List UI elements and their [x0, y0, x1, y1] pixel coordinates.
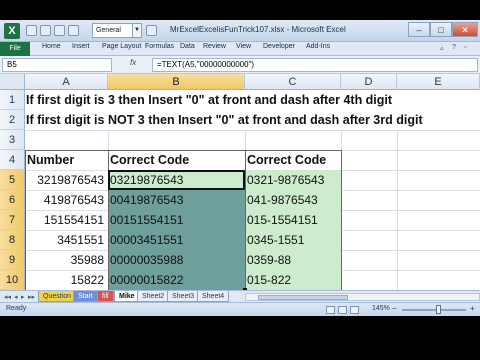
zoom-slider-knob[interactable]	[436, 305, 441, 314]
sheet-tab-fill[interactable]: fill	[97, 291, 114, 302]
zoom-in-icon[interactable]: +	[470, 304, 475, 313]
save-icon[interactable]	[26, 25, 37, 36]
chevron-down-icon[interactable]: ▼	[132, 24, 141, 37]
sheet-tab-sheet4[interactable]: Sheet4	[197, 291, 230, 302]
tab-formulas[interactable]: Formulas	[145, 43, 174, 50]
number-format-combo[interactable]: General ▼	[92, 23, 142, 38]
normal-view-icon[interactable]	[326, 306, 335, 314]
sheet-tab-mike[interactable]: Mike	[114, 291, 140, 302]
letterbox-bottom	[0, 316, 480, 340]
formula-bar: B5 fx =TEXT(A5,"00000000000")	[0, 56, 480, 74]
tab-review[interactable]: Review	[203, 43, 226, 50]
quick-print-icon[interactable]	[68, 25, 79, 36]
close-button[interactable]: ✕	[452, 22, 478, 37]
minimize-button[interactable]: –	[408, 22, 430, 37]
tab-view[interactable]: View	[236, 43, 251, 50]
status-bar: Ready 145% − +	[0, 302, 480, 316]
excel-window: X General ▼ MrExcelExcelisFunTrick107.xl…	[0, 20, 480, 340]
sheet-tab-question[interactable]: Question	[38, 291, 77, 302]
row-header-9[interactable]: 9	[0, 250, 25, 270]
undo-icon[interactable]	[40, 25, 51, 36]
page-break-view-icon[interactable]	[350, 306, 359, 314]
tab-home[interactable]: Home	[42, 43, 61, 50]
row-header-4[interactable]: 4	[0, 150, 25, 170]
ribbon-minimize-icon[interactable]: ▵	[440, 44, 444, 52]
gridline	[25, 130, 480, 131]
row-header-10[interactable]: 10	[0, 270, 25, 290]
active-cell-b5[interactable]: 03219876543	[108, 170, 245, 190]
sheet-tab-start[interactable]: Start	[73, 291, 98, 302]
row-header-8[interactable]: 8	[0, 230, 25, 250]
tab-file[interactable]: File	[0, 42, 30, 56]
tab-insert[interactable]: Insert	[72, 43, 90, 50]
title-bar: X General ▼ MrExcelExcelisFunTrick107.xl…	[0, 20, 480, 42]
column-header-b[interactable]: B	[108, 74, 245, 90]
next-sheet-icon[interactable]: ▸	[21, 293, 25, 301]
instruction-note-1[interactable]: If first digit is 3 then Insert "0" at f…	[26, 90, 480, 110]
name-box[interactable]: B5	[2, 58, 112, 72]
instruction-note-2[interactable]: If first digit is NOT 3 then Insert "0" …	[26, 110, 480, 130]
customize-qat-icon[interactable]	[146, 25, 157, 36]
row-header-3[interactable]: 3	[0, 130, 25, 150]
last-sheet-icon[interactable]: ▸▸	[28, 293, 35, 301]
window-title: MrExcelExcelisFunTrick107.xlsx - Microso…	[170, 25, 346, 34]
help-icon[interactable]: ?	[452, 44, 456, 51]
insert-function-button[interactable]: fx	[130, 58, 136, 67]
number-format-value: General	[96, 27, 121, 34]
row-header-7[interactable]: 7	[0, 210, 25, 230]
row-header-2[interactable]: 2	[0, 110, 25, 130]
horizontal-scrollbar[interactable]	[245, 293, 480, 301]
zoom-slider[interactable]	[402, 309, 466, 311]
maximize-button[interactable]: □	[430, 22, 452, 37]
column-header-c[interactable]: C	[245, 74, 341, 90]
redo-icon[interactable]	[54, 25, 65, 36]
sheet-tab-bar: ◂◂ ◂ ▸ ▸▸ Question Start fill Mike Sheet…	[0, 290, 480, 302]
excel-logo-icon[interactable]: X	[4, 23, 20, 39]
sheet-tab-sheet3[interactable]: Sheet3	[167, 291, 200, 302]
window-controls-icon[interactable]: ▫	[464, 44, 466, 51]
row-header-1[interactable]: 1	[0, 90, 25, 110]
zoom-level[interactable]: 145%	[372, 305, 390, 312]
tab-data[interactable]: Data	[180, 43, 195, 50]
ribbon-tabs: File Home Insert Page Layout Formulas Da…	[0, 42, 480, 56]
row-header-5[interactable]: 5	[0, 170, 25, 190]
zoom-out-icon[interactable]: −	[392, 304, 397, 313]
column-header-e[interactable]: E	[397, 74, 480, 90]
first-sheet-icon[interactable]: ◂◂	[4, 293, 11, 301]
column-header-d[interactable]: D	[341, 74, 397, 90]
formula-input[interactable]: =TEXT(A5,"00000000000")	[152, 58, 478, 72]
page-layout-view-icon[interactable]	[338, 306, 347, 314]
scrollbar-thumb[interactable]	[258, 295, 348, 300]
row-header-6[interactable]: 6	[0, 190, 25, 210]
prev-sheet-icon[interactable]: ◂	[14, 293, 18, 301]
column-header-a[interactable]: A	[25, 74, 108, 90]
sheet-tab-sheet2[interactable]: Sheet2	[137, 291, 170, 302]
tab-developer[interactable]: Developer	[263, 43, 295, 50]
tab-page-layout[interactable]: Page Layout	[102, 43, 141, 50]
select-all-corner[interactable]	[0, 74, 25, 90]
tab-add-ins[interactable]: Add-Ins	[306, 43, 330, 50]
worksheet-grid[interactable]: A B C D E 1 2 3 4 5 6 7 8 9 10 If first …	[0, 74, 480, 300]
status-ready: Ready	[6, 305, 27, 312]
